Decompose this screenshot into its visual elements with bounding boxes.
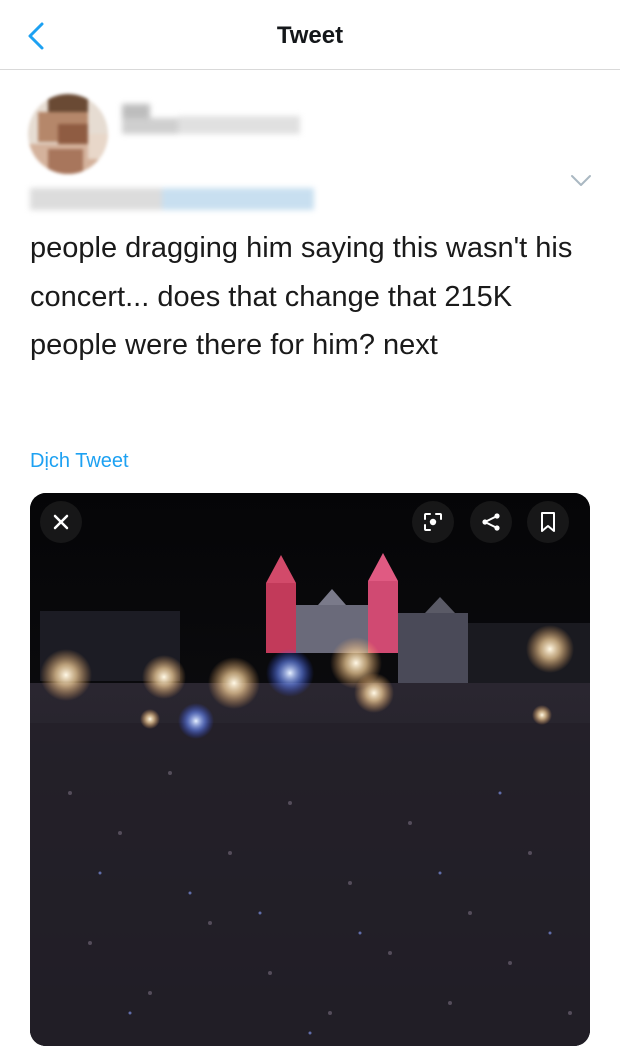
lens-button[interactable]: [412, 501, 454, 543]
tweet-media-photo[interactable]: [30, 493, 590, 1046]
concert-crowd-photo: [30, 493, 590, 1046]
avatar[interactable]: [28, 94, 108, 174]
share-icon: [482, 513, 500, 531]
tweet-text: people dragging him saying this wasn't h…: [30, 232, 573, 361]
top-bar: Tweet: [0, 0, 620, 70]
tweet-author-header: [0, 70, 620, 220]
bookmark-icon: [541, 512, 555, 532]
author-handle-blurred[interactable]: [30, 188, 314, 212]
share-button[interactable]: [470, 501, 512, 543]
lens-icon: [424, 513, 442, 531]
translate-tweet-link[interactable]: Dịch Tweet: [30, 450, 129, 473]
page-title: Tweet: [276, 22, 344, 49]
close-button[interactable]: [40, 501, 82, 543]
close-icon: [53, 514, 69, 530]
author-name-blurred[interactable]: [122, 104, 300, 134]
chevron-down-icon[interactable]: [568, 172, 594, 190]
bookmark-button[interactable]: [527, 501, 569, 543]
